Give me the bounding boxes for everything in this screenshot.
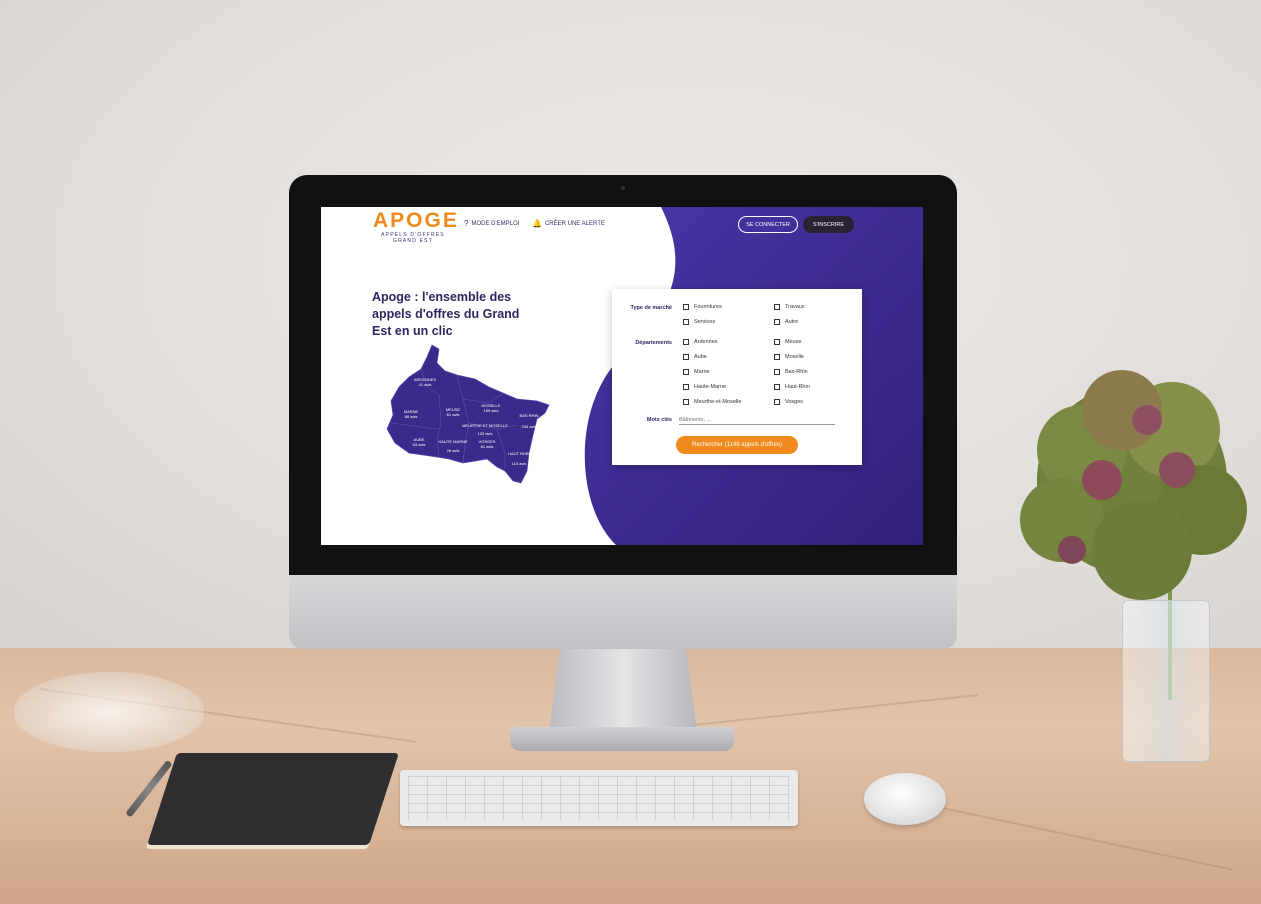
checkbox-meuse[interactable]: Meuse — [774, 339, 802, 345]
logo-subtitle-2: GRAND EST — [393, 238, 433, 244]
map-count-bas-rhin: 234 avis — [522, 424, 537, 429]
map-count-marne: 88 avis — [405, 414, 418, 419]
nav-alert-label: CRÉER UNE ALERTE — [544, 220, 605, 227]
market-type-label: Type de marché — [630, 305, 672, 311]
map-count-ardennes: 41 avis — [419, 382, 432, 387]
search-form: Type de marché Fournitures Travaux Servi… — [612, 289, 862, 465]
crystal-dish — [14, 672, 204, 752]
checkbox-haute-marne[interactable]: Haute-Marne — [683, 384, 726, 390]
checkbox-aube[interactable]: Aube — [683, 354, 707, 360]
map-count-meuse: 61 avis — [447, 412, 460, 417]
checkbox-meurthe-et-moselle[interactable]: Meurthe-et-Moselle — [683, 399, 741, 405]
checkbox-vosges[interactable]: Vosges — [774, 399, 803, 405]
logo-text: APOGE — [373, 209, 459, 232]
map-label-bas-rhin: BAS RHIN — [520, 413, 539, 418]
checkbox-haut-rhin[interactable]: Haut-Rhin — [774, 384, 810, 390]
nav-help-label: MODE D'EMPLOI — [471, 220, 520, 227]
grand-est-map[interactable]: ARDENNES 41 avis MARNE 88 avis MEUSE 61 … — [377, 343, 557, 493]
map-label-haute-marne: HAUTE MARNE — [438, 439, 467, 444]
bell-icon: 🔔 — [532, 219, 542, 228]
checkbox-bas-rhin[interactable]: Bas-Rhin — [774, 369, 808, 375]
monitor-stand-foot — [510, 727, 734, 751]
flower-clusters — [1020, 370, 1247, 600]
checkbox-ardennes[interactable]: Ardennes — [683, 339, 718, 345]
keyboard-keys — [408, 776, 790, 820]
search-button[interactable]: Rechercher (1148 appels d'offres) — [676, 436, 798, 454]
map-label-haut-rhin: HAUT RHIN — [508, 451, 530, 456]
checkbox-marne[interactable]: Marne — [683, 369, 710, 375]
map-count-moselle: 159 avis — [484, 408, 499, 413]
login-button[interactable]: SE CONNECTER — [738, 216, 798, 233]
checkbox-autre[interactable]: Autre — [774, 319, 798, 325]
camera-icon — [621, 186, 625, 190]
nav-alert-link[interactable]: 🔔 CRÉER UNE ALERTE — [532, 219, 605, 228]
checkbox-services[interactable]: Services — [683, 319, 715, 325]
map-count-haute-marne: 26 avis — [447, 448, 460, 453]
map-count-meurthe-et-moselle: 133 avis — [478, 431, 493, 436]
notebook — [147, 753, 399, 845]
checkbox-moselle[interactable]: Moselle — [774, 354, 804, 360]
page-headline: Apoge : l'ensemble des appels d'offres d… — [372, 290, 520, 338]
keywords-input[interactable] — [679, 415, 835, 425]
apoge-logo[interactable]: APOGE APPELS D'OFFRES GRAND EST — [373, 209, 459, 245]
checkbox-travaux[interactable]: Travaux — [774, 304, 805, 310]
nav-help-link[interactable]: ? MODE D'EMPLOI — [464, 219, 519, 228]
keywords-label: Mots clés — [646, 417, 672, 423]
checkbox-fournitures[interactable]: Fournitures — [683, 304, 722, 310]
map-label-meurthe-et-moselle: MEURTHE ET MOSELLE — [462, 423, 508, 428]
mouse — [864, 773, 946, 825]
question-circle-icon: ? — [464, 219, 469, 228]
hydrangea-flowers — [1020, 370, 1247, 600]
monitor-chin — [289, 575, 957, 649]
map-count-haut-rhin: 115 avis — [512, 461, 527, 466]
keyboard — [400, 770, 798, 826]
map-count-aube: 63 avis — [413, 442, 426, 447]
signup-button[interactable]: S'INSCRIRE — [803, 216, 854, 233]
departments-label: Départements — [635, 340, 672, 346]
monitor-stand-neck — [548, 649, 698, 739]
website-screen: APOGE APPELS D'OFFRES GRAND EST ? MODE D… — [321, 207, 923, 545]
map-count-vosges: 81 avis — [481, 444, 494, 449]
